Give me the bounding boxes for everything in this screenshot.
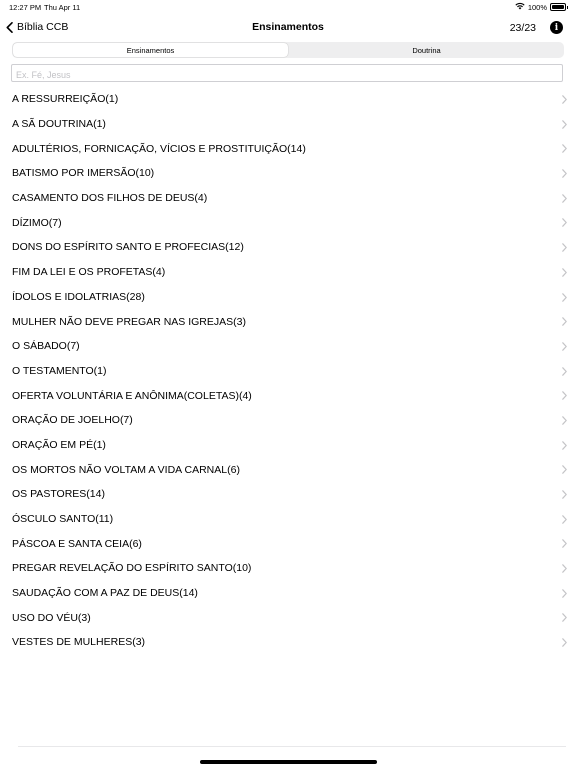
segment-doutrina[interactable]: Doutrina	[289, 42, 564, 58]
list-item[interactable]: PÁSCOA E SANTA CEIA(6)	[0, 531, 576, 556]
list-item-label: CASAMENTO DOS FILHOS DE DEUS(4)	[12, 192, 208, 205]
list-item[interactable]: FIM DA LEI E OS PROFETAS(4)	[0, 260, 576, 285]
list-item-label: ÓSCULO SANTO(11)	[12, 513, 114, 526]
chevron-right-icon	[562, 514, 567, 524]
list-item[interactable]: OFERTA VOLUNTÁRIA E ANÔNIMA(COLETAS)(4)	[0, 383, 576, 408]
navigation-bar: Bíblia CCB Ensinamentos 23/23 i	[0, 14, 576, 42]
list-item-label: PÁSCOA E SANTA CEIA(6)	[12, 537, 142, 550]
chevron-right-icon	[562, 440, 567, 450]
chevron-right-icon	[562, 218, 567, 228]
chevron-right-icon	[562, 564, 567, 573]
list-item-label: A SÃ DOUTRINA(1)	[12, 118, 106, 131]
list-item-label: ÍDOLOS E IDOLATRIAS(28)	[12, 290, 145, 303]
list-item[interactable]: OS MORTOS NÃO VOLTAM A VIDA CARNAL(6)	[0, 457, 576, 482]
list-item[interactable]: A RESSURREIÇÃO(1)	[0, 87, 576, 112]
list-item-label: SAUDAÇÃO COM A PAZ DE DEUS(14)	[12, 587, 198, 600]
list-item-label: FIM DA LEI E OS PROFETAS(4)	[12, 266, 166, 279]
chevron-right-icon	[562, 169, 567, 178]
chevron-right-icon	[562, 613, 567, 623]
list-item[interactable]: O SÁBADO(7)	[0, 334, 576, 359]
list-item[interactable]: CASAMENTO DOS FILHOS DE DEUS(4)	[0, 186, 576, 211]
chevron-right-icon	[562, 119, 567, 129]
chevron-right-icon	[562, 95, 567, 104]
info-icon[interactable]: i	[550, 21, 563, 34]
list-item[interactable]: USO DO VÉU(3)	[0, 605, 576, 630]
status-time: 12:27 PM	[9, 3, 42, 12]
status-bar: 12:27 PM Thu Apr 11 100%	[0, 0, 576, 14]
list-item[interactable]: PREGAR REVELAÇÃO DO ESPÍRITO SANTO(10)	[0, 556, 576, 581]
list-item-label: BATISMO POR IMERSÃO(10)	[12, 167, 155, 180]
search-field	[11, 64, 563, 83]
list-item[interactable]: MULHER NÃO DEVE PREGAR NAS IGREJAS(3)	[0, 309, 576, 334]
list-item[interactable]: BATISMO POR IMERSÃO(10)	[0, 161, 576, 186]
list-item[interactable]: A SÃ DOUTRINA(1)	[0, 112, 576, 137]
chevron-right-icon	[562, 292, 567, 302]
list-item-label: OS PASTORES(14)	[12, 488, 105, 501]
chevron-right-icon	[562, 539, 567, 549]
list-item-label: PREGAR REVELAÇÃO DO ESPÍRITO SANTO(10)	[12, 562, 252, 575]
list-item[interactable]: ÓSCULO SANTO(11)	[0, 507, 576, 532]
list-item[interactable]: DONS DO ESPÍRITO SANTO E PROFECIAS(12)	[0, 235, 576, 260]
page-title: Ensinamentos	[252, 21, 324, 33]
list-item[interactable]: DÍZIMO(7)	[0, 210, 576, 235]
chevron-right-icon	[562, 391, 567, 401]
list-item-label: O TESTAMENTO(1)	[12, 364, 107, 377]
wifi-icon	[515, 2, 525, 12]
battery-icon	[550, 3, 568, 11]
segmented-control: Ensinamentos Doutrina	[12, 42, 564, 58]
chevron-right-icon	[562, 638, 567, 647]
chevron-right-icon	[562, 317, 567, 326]
search-input[interactable]	[12, 67, 562, 83]
list-item[interactable]: ADULTÉRIOS, FORNICAÇÃO, VÍCIOS E PROSTIT…	[0, 136, 576, 161]
list-item-label: VESTES DE MULHERES(3)	[12, 636, 146, 649]
chevron-right-icon	[562, 268, 567, 277]
bottom-divider	[18, 746, 566, 747]
list-item-label: MULHER NÃO DEVE PREGAR NAS IGREJAS(3)	[12, 315, 246, 328]
list-item[interactable]: ORAÇÃO DE JOELHO(7)	[0, 408, 576, 433]
list-item-label: OS MORTOS NÃO VOLTAM A VIDA CARNAL(6)	[12, 463, 240, 476]
chevron-right-icon	[562, 588, 567, 598]
teachings-list: A RESSURREIÇÃO(1) A SÃ DOUTRINA(1) ADULTÉR…	[0, 87, 576, 655]
chevron-right-icon	[562, 193, 567, 203]
list-item-label: DÍZIMO(7)	[12, 216, 62, 229]
chevron-right-icon	[562, 366, 567, 376]
chevron-right-icon	[562, 144, 567, 154]
chevron-right-icon	[562, 342, 567, 351]
item-count: 23/23	[509, 22, 536, 34]
list-item[interactable]: OS PASTORES(14)	[0, 482, 576, 507]
segment-ensinamentos[interactable]: Ensinamentos	[13, 43, 288, 57]
list-item-label: A RESSURREIÇÃO(1)	[12, 93, 119, 106]
home-indicator[interactable]	[200, 760, 377, 764]
chevron-right-icon	[562, 490, 567, 499]
battery-percent: 100%	[527, 2, 547, 12]
list-item[interactable]: O TESTAMENTO(1)	[0, 359, 576, 384]
list-item-label: ORAÇÃO EM PÉ(1)	[12, 438, 106, 451]
status-indicators: 100%	[515, 2, 568, 12]
status-date: Thu Apr 11	[44, 3, 81, 12]
list-item-label: ORAÇÃO DE JOELHO(7)	[12, 414, 133, 427]
list-item-label: O SÁBADO(7)	[12, 340, 80, 353]
list-item-label: DONS DO ESPÍRITO SANTO E PROFECIAS(12)	[12, 241, 244, 254]
list-item[interactable]: ORAÇÃO EM PÉ(1)	[0, 433, 576, 458]
list-item-label: ADULTÉRIOS, FORNICAÇÃO, VÍCIOS E PROSTIT…	[12, 142, 306, 155]
chevron-right-icon	[562, 243, 567, 252]
chevron-right-icon	[562, 465, 567, 475]
list-item[interactable]: VESTES DE MULHERES(3)	[0, 630, 576, 655]
chevron-right-icon	[562, 416, 567, 425]
list-item[interactable]: SAUDAÇÃO COM A PAZ DE DEUS(14)	[0, 581, 576, 606]
list-item-label: OFERTA VOLUNTÁRIA E ANÔNIMA(COLETAS)(4)	[12, 389, 252, 402]
list-item-label: USO DO VÉU(3)	[12, 611, 91, 624]
list-item[interactable]: ÍDOLOS E IDOLATRIAS(28)	[0, 285, 576, 310]
